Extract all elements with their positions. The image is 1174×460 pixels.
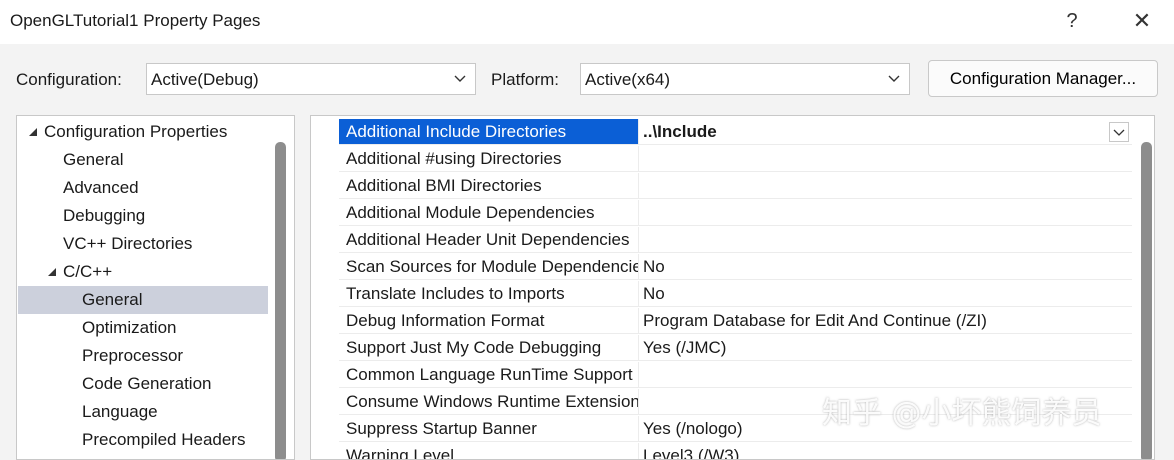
grid-scrollbar[interactable] <box>1141 142 1152 459</box>
platform-value: Active(x64) <box>585 70 671 89</box>
configuration-manager-button[interactable]: Configuration Manager... <box>928 60 1158 97</box>
tree-scrollbar[interactable] <box>275 142 286 459</box>
watermark: 知乎 @小坏熊饲养员 <box>822 396 1102 431</box>
tree-item[interactable]: General <box>18 146 268 174</box>
value-dropdown-button[interactable] <box>1109 122 1129 142</box>
configuration-select[interactable]: Active(Debug) <box>146 63 476 95</box>
property-name: Translate Includes to Imports <box>339 281 638 307</box>
platform-select[interactable]: Active(x64) <box>580 63 910 95</box>
property-value[interactable] <box>638 146 1132 172</box>
property-row[interactable]: Additional #using Directories <box>339 146 1132 173</box>
tree-item-label: Code Generation <box>82 374 212 393</box>
property-value[interactable]: No <box>638 254 1132 280</box>
property-name: Consume Windows Runtime Extension <box>339 389 638 415</box>
property-name: Suppress Startup Banner <box>339 416 638 442</box>
property-row[interactable]: Additional Header Unit Dependencies <box>339 227 1132 254</box>
property-value-text: Level3 (/W3) <box>643 446 740 460</box>
property-name: Additional #using Directories <box>339 146 638 172</box>
property-name: Common Language RunTime Support <box>339 362 638 388</box>
property-name: Scan Sources for Module Dependencies <box>339 254 638 280</box>
tree-item-label: General <box>63 150 124 169</box>
property-value[interactable] <box>638 362 1132 388</box>
tree-item[interactable]: Preprocessor <box>18 342 268 370</box>
tree-item-label: Language <box>82 402 158 421</box>
tree-item-label: VC++ Directories <box>63 234 193 253</box>
property-row[interactable]: Additional Module Dependencies <box>339 200 1132 227</box>
property-row[interactable]: Common Language RunTime Support <box>339 362 1132 389</box>
property-row[interactable]: Debug Information Format Program Database… <box>339 308 1132 335</box>
tree-item[interactable]: Code Generation <box>18 370 268 398</box>
property-row[interactable]: Scan Sources for Module Dependencies No <box>339 254 1132 281</box>
window-title: OpenGLTutorial1 Property Pages <box>10 11 261 30</box>
close-button[interactable]: ✕ <box>1122 6 1162 36</box>
property-value-text: Yes (/nologo) <box>643 419 743 438</box>
tree-item-label: Preprocessor <box>82 346 184 365</box>
property-value[interactable] <box>638 227 1132 253</box>
property-value-text: No <box>643 257 665 276</box>
property-row[interactable]: Additional BMI Directories <box>339 173 1132 200</box>
property-row[interactable]: Translate Includes to Imports No <box>339 281 1132 308</box>
property-name: Additional Module Dependencies <box>339 200 638 226</box>
help-button[interactable]: ? <box>1052 6 1092 36</box>
chevron-down-icon <box>888 75 900 82</box>
tree-item-label: General <box>82 290 143 309</box>
property-name: Additional BMI Directories <box>339 173 638 199</box>
configuration-label: Configuration: <box>16 70 122 89</box>
tree-item-label: Optimization <box>82 318 177 337</box>
tree-item[interactable]: Optimization <box>18 314 268 342</box>
property-value-text: No <box>643 284 665 303</box>
platform-label: Platform: <box>491 70 560 89</box>
chevron-down-icon <box>1113 129 1125 136</box>
property-row[interactable]: Support Just My Code Debugging Yes (/JMC) <box>339 335 1132 362</box>
property-tree[interactable]: Configuration Properties General Advanced D… <box>16 115 295 460</box>
tree-item[interactable]: Precompiled Headers <box>18 426 268 454</box>
tree-item-label: Debugging <box>63 206 146 225</box>
tree-item[interactable]: General <box>18 286 268 314</box>
tree-item[interactable]: C/C++ <box>18 258 268 286</box>
tree-item[interactable]: Configuration Properties <box>18 118 268 146</box>
expanded-arrow-icon[interactable] <box>47 267 57 277</box>
tree-item[interactable]: Language <box>18 398 268 426</box>
property-name: Debug Information Format <box>339 308 638 334</box>
property-value-text: Yes (/JMC) <box>643 338 727 357</box>
property-value[interactable]: ..\Include <box>638 119 1132 145</box>
tree-item[interactable]: Advanced <box>18 174 268 202</box>
tree-item-label: Advanced <box>63 178 139 197</box>
property-row[interactable]: Additional Include Directories ..\Include <box>339 119 1132 146</box>
tree-item-label: Configuration Properties <box>44 122 228 141</box>
property-value-text: Program Database for Edit And Continue (… <box>643 311 987 330</box>
configuration-value: Active(Debug) <box>151 70 259 89</box>
expanded-arrow-icon[interactable] <box>28 127 38 137</box>
property-value[interactable] <box>638 173 1132 199</box>
tree-item-label: Precompiled Headers <box>82 430 246 449</box>
title-bar: OpenGLTutorial1 Property Pages ? ✕ <box>0 0 1174 44</box>
property-name: Additional Header Unit Dependencies <box>339 227 638 253</box>
tree-item[interactable]: Debugging <box>18 202 268 230</box>
property-name: Support Just My Code Debugging <box>339 335 638 361</box>
property-value[interactable]: Program Database for Edit And Continue (… <box>638 308 1132 334</box>
property-value[interactable]: No <box>638 281 1132 307</box>
chevron-down-icon <box>454 75 466 82</box>
property-value-text: ..\Include <box>643 122 717 141</box>
property-value[interactable]: Yes (/JMC) <box>638 335 1132 361</box>
property-value[interactable] <box>638 200 1132 226</box>
tree-item-label: C/C++ <box>63 262 113 281</box>
property-name: Additional Include Directories <box>339 119 638 145</box>
tree-item[interactable]: VC++ Directories <box>18 230 268 258</box>
